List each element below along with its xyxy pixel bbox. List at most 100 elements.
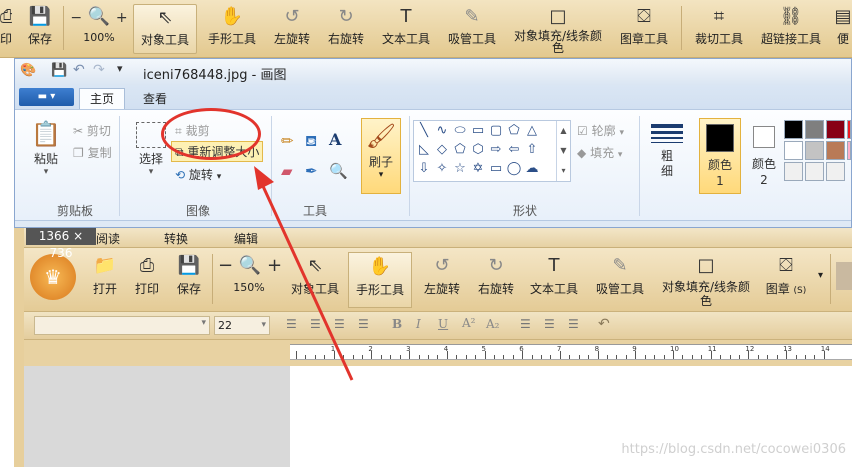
save-button[interactable]: 💾 保存 — [22, 4, 58, 54]
copy-button[interactable]: ❐ 复制 — [73, 144, 112, 161]
cloud-callout-shape-icon[interactable]: ☁ — [524, 161, 540, 177]
object-tool-button[interactable]: ⇖ 对象工具 — [133, 4, 197, 54]
oval-callout-shape-icon[interactable]: ◯ — [506, 161, 522, 177]
palette-swatch[interactable] — [826, 120, 845, 139]
up-arrow-shape-icon[interactable]: ⇧ — [524, 142, 540, 158]
triangle-shape-icon[interactable]: △ — [524, 123, 540, 139]
palette-swatch[interactable] — [805, 162, 824, 181]
callout-shape-icon[interactable]: ▭ — [488, 161, 504, 177]
six-point-star-shape-icon[interactable]: ✡ — [470, 161, 486, 177]
diamond-shape-icon[interactable]: ◇ — [434, 142, 450, 158]
eyedropper-tool-button[interactable]: ✎ 吸管工具 — [590, 252, 650, 308]
four-point-star-shape-icon[interactable]: ✧ — [434, 161, 450, 177]
redo-icon[interactable]: ↷ — [93, 62, 105, 78]
palette-swatch[interactable] — [805, 120, 824, 139]
fill-bucket-icon[interactable]: ⛾ — [305, 132, 317, 152]
rectangle-shape-icon[interactable]: ▭ — [470, 123, 486, 139]
rotate-button[interactable]: ⟲ 旋转 ▾ — [175, 166, 221, 183]
fill-button[interactable]: ◆ 填充 ▾ — [577, 144, 622, 161]
size-line-icon — [651, 124, 683, 128]
palette-swatch[interactable] — [784, 162, 803, 181]
rotate-right-button[interactable]: ↻ 右旋转 — [322, 4, 370, 54]
palette-swatch[interactable] — [805, 141, 824, 160]
palette-swatch[interactable] — [847, 120, 851, 139]
palette-swatch[interactable] — [784, 120, 803, 139]
indent-icon[interactable]: ☰ — [544, 317, 555, 331]
save-button[interactable]: 💾 保存 — [172, 252, 206, 308]
crop-tool-button[interactable]: ⌗ 裁切工具 — [690, 4, 748, 54]
shapes-scroll-icon[interactable]: ▲ ▼ ▾ — [556, 121, 570, 181]
paint-menu-button[interactable]: ▬ ▾ — [19, 88, 74, 106]
note-tool-button[interactable]: ▤ 便 — [834, 4, 852, 54]
chevron-down-icon: ▾ — [43, 167, 49, 177]
stamp-tool-button[interactable]: ⛋ 图章工具 — [616, 4, 672, 54]
tab-home[interactable]: 主页 — [79, 88, 125, 110]
eyedropper-tool-button[interactable]: ✎ 吸管工具 — [443, 4, 501, 54]
down-arrow-shape-icon[interactable]: ⇩ — [416, 161, 432, 177]
line-shape-icon[interactable]: ╲ — [416, 123, 432, 139]
save-icon[interactable]: 💾 — [51, 63, 67, 78]
pencil-icon[interactable]: ✏ — [281, 132, 294, 150]
font-family-select[interactable]: ▾ — [34, 316, 210, 335]
bold-icon[interactable]: B — [392, 317, 402, 331]
undo-icon[interactable]: ↶ — [73, 62, 85, 78]
subscript-icon[interactable]: A₂ — [486, 317, 499, 331]
color2-button[interactable]: 颜色 2 — [747, 118, 781, 188]
hyperlink-tool-button[interactable]: ⛓ 超链接工具 — [757, 4, 825, 54]
left-arrow-shape-icon[interactable]: ⇦ — [506, 142, 522, 158]
tab-view[interactable]: 查看 — [135, 90, 175, 107]
italic-icon[interactable]: I — [416, 317, 421, 331]
color1-button[interactable]: 颜色 1 — [699, 118, 741, 194]
rotate-right-button[interactable]: ↻ 右旋转 — [472, 252, 520, 308]
print-button[interactable]: ⎙ 印 — [0, 4, 12, 54]
outline-button[interactable]: ☑ 轮廓 ▾ — [577, 122, 624, 139]
cut-button[interactable]: ✂ 剪切 — [73, 122, 111, 139]
paste-button[interactable]: 📋 粘贴 ▾ — [29, 118, 63, 177]
stamp-tool-button[interactable]: ⛋ 图章 (S) — [764, 252, 808, 308]
rotate-left-button[interactable]: ↺ 左旋转 — [418, 252, 466, 308]
five-point-star-shape-icon[interactable]: ☆ — [452, 161, 468, 177]
curve-shape-icon[interactable]: ∿ — [434, 123, 450, 139]
right-arrow-shape-icon[interactable]: ⇨ — [488, 142, 504, 158]
hand-tool-button[interactable]: ✋ 手形工具 — [203, 4, 261, 54]
pentagon-shape-icon[interactable]: ⬠ — [452, 142, 468, 158]
zoom-in-button[interactable]: + — [116, 10, 128, 26]
rotate-left-button[interactable]: ↺ 左旋转 — [268, 4, 316, 54]
chevron-down-icon[interactable]: ▾ — [818, 270, 823, 281]
open-button[interactable]: 📁 打开 — [88, 252, 122, 308]
size-button[interactable]: 粗细 — [647, 122, 687, 179]
text-tool-button[interactable]: T 文本工具 — [526, 252, 582, 308]
palette-swatch[interactable] — [847, 141, 851, 160]
polygon-shape-icon[interactable]: ⬠ — [506, 123, 522, 139]
oval-shape-icon[interactable]: ⬭ — [452, 123, 468, 139]
palette-swatch[interactable] — [826, 162, 845, 181]
zoom-control[interactable]: − 🔍 + 100% — [68, 4, 130, 54]
ruler-tick — [776, 355, 778, 359]
undo-icon[interactable]: ↶ — [598, 316, 610, 332]
ruler-tick — [804, 355, 806, 359]
right-triangle-shape-icon[interactable]: ◺ — [416, 142, 432, 158]
underline-icon[interactable]: U — [438, 317, 448, 331]
fill-color-button[interactable]: □ 对象填充/线条颜色 — [656, 252, 756, 308]
quick-access-dropdown-icon[interactable]: ▾ — [117, 62, 123, 75]
overflow-tool-icon[interactable] — [836, 262, 852, 290]
print-button[interactable]: ⎙ 打印 — [130, 252, 164, 308]
tab-convert[interactable]: 转换 — [164, 230, 188, 247]
tab-read[interactable]: 阅读 — [96, 230, 120, 247]
fill-color-button[interactable]: □ 对象填充/线条颜色 — [508, 4, 608, 54]
text-tool-button[interactable]: T 文本工具 — [378, 4, 434, 54]
shapes-gallery[interactable]: ╲ ∿ ⬭ ▭ ▢ ⬠ △ ◺ ◇ ⬠ ⬡ ⇨ ⇦ ⇧ ⇩ ✧ ☆ ✡ ▭ ◯ … — [413, 120, 571, 182]
outdent-icon[interactable]: ☰ — [568, 317, 579, 331]
zoom-out-button[interactable]: − — [70, 10, 82, 26]
palette-swatch[interactable] — [784, 141, 803, 160]
ruler-tick — [654, 355, 656, 359]
text-tool-icon[interactable]: A — [329, 130, 341, 149]
list-icon[interactable]: ☰ — [520, 317, 531, 331]
rounded-rectangle-shape-icon[interactable]: ▢ — [488, 123, 504, 139]
hexagon-shape-icon[interactable]: ⬡ — [470, 142, 486, 158]
ruler-tick — [475, 355, 477, 359]
stamp-icon: ⛋ — [779, 255, 793, 276]
palette-swatch[interactable] — [826, 141, 845, 160]
superscript-icon[interactable]: A² — [462, 316, 475, 330]
size-line-icon — [651, 142, 683, 143]
